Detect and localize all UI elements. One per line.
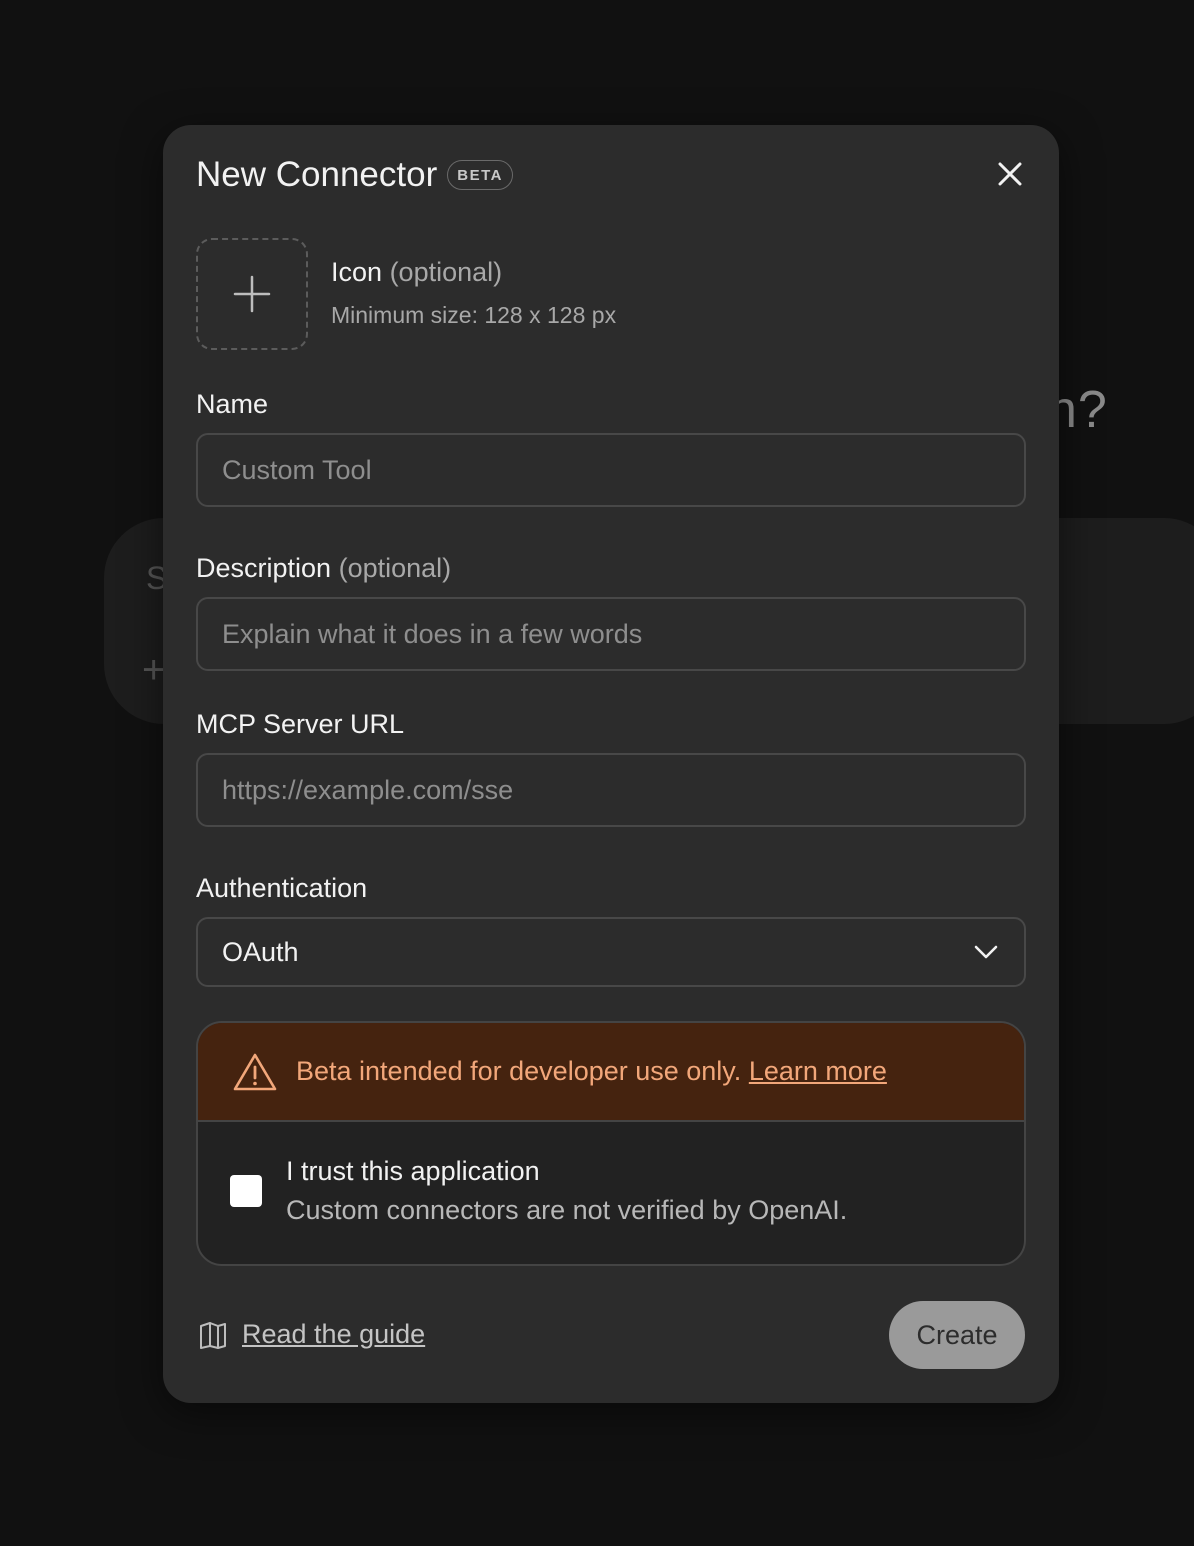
warning-triangle-icon [233,1053,277,1090]
trust-checkbox[interactable] [230,1175,262,1207]
close-button[interactable] [993,157,1027,191]
name-label: Name [196,389,269,419]
dialog-title: New Connector [196,155,438,194]
warning-text: Beta intended for developer use only. Le… [296,1056,887,1087]
icon-label-text: Icon [331,257,383,287]
mcp-url-input[interactable] [196,753,1026,827]
trust-subtitle: Custom connectors are not verified by Op… [286,1195,848,1225]
warning-banner: Beta intended for developer use only. Le… [198,1023,1024,1122]
learn-more-link[interactable]: Learn more [749,1056,887,1086]
name-input[interactable] [196,433,1026,507]
warning-message: Beta intended for developer use only. [296,1056,742,1086]
icon-info: Icon (optional) Minimum size: 128 x 128 … [331,257,616,329]
beta-badge: BETA [447,160,513,190]
mcp-url-label: MCP Server URL [196,709,405,739]
icon-optional-text: (optional) [389,257,503,287]
book-icon [200,1321,226,1349]
authentication-label: Authentication [196,873,368,903]
authentication-selected-value: OAuth [222,936,299,967]
trust-title: I trust this application [286,1156,540,1186]
icon-label: Icon (optional) [331,257,616,288]
trust-text: I trust this application Custom connecto… [286,1156,847,1226]
icon-size-hint: Minimum size: 128 x 128 px [331,302,617,328]
new-connector-dialog: New Connector BETA Icon (optional) Minim… [163,125,1059,1403]
read-guide-link[interactable]: Read the guide [198,1319,425,1350]
description-optional-text: (optional) [338,553,452,583]
beta-notice: Beta intended for developer use only. Le… [196,1021,1026,1266]
description-label-text: Description [196,553,332,583]
description-input[interactable] [196,597,1026,671]
authentication-select[interactable]: OAuth [196,917,1026,987]
chevron-down-icon [974,945,998,959]
create-button[interactable]: Create [889,1301,1025,1369]
icon-upload-button[interactable] [196,238,308,350]
dialog-header: New Connector BETA [196,155,513,195]
close-icon [998,162,1022,186]
page: n? S + New Connector BETA Icon (optional… [0,0,1194,1546]
read-guide-text: Read the guide [242,1319,426,1349]
trust-row: I trust this application Custom connecto… [198,1122,1024,1226]
description-label: Description (optional) [196,553,451,584]
background-card-plus: + [142,648,166,692]
plus-icon [233,275,271,313]
